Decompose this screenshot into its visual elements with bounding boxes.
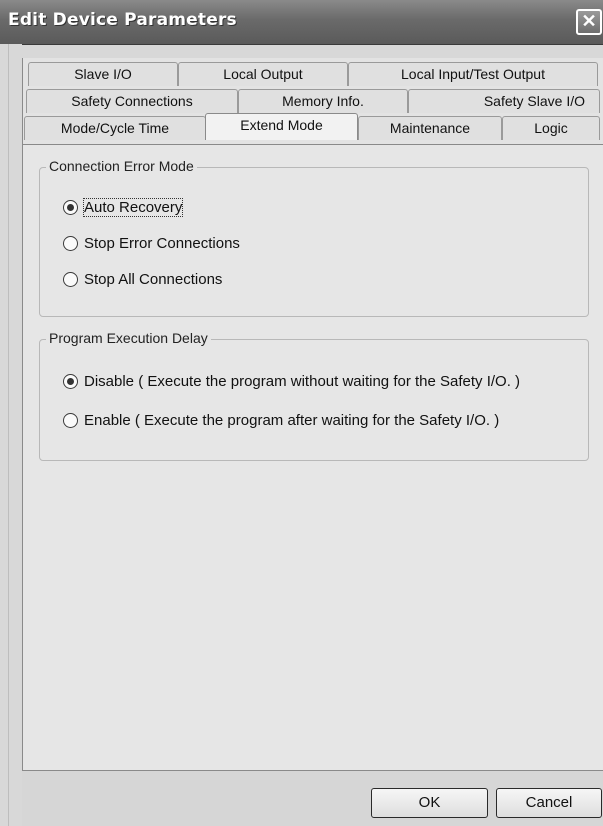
window-left-edge [8, 44, 9, 826]
radio-button-icon[interactable] [63, 412, 78, 428]
tab-logic[interactable]: Logic [502, 116, 600, 140]
program-execution-delay-group: Program Execution Delay Disable ( Execut… [39, 330, 589, 461]
title-bar[interactable]: Edit Device Parameters ✕ [0, 0, 603, 45]
radio-label: Enable ( Execute the program after waiti… [84, 411, 500, 429]
radio-button-icon[interactable] [63, 235, 78, 251]
extend-mode-panel: Connection Error Mode Auto Recovery Stop… [22, 144, 603, 770]
radio-button-icon[interactable] [63, 271, 78, 287]
radio-button-icon[interactable] [63, 199, 78, 215]
connection-error-mode-group: Connection Error Mode Auto Recovery Stop… [39, 158, 589, 317]
radio-enable[interactable]: Enable ( Execute the program after waiti… [63, 410, 499, 430]
cancel-button[interactable]: Cancel [496, 788, 602, 818]
close-icon: ✕ [581, 11, 597, 31]
radio-label: Disable ( Execute the program without wa… [84, 372, 521, 390]
ok-button[interactable]: OK [371, 788, 488, 818]
connection-error-mode-legend: Connection Error Mode [46, 158, 197, 174]
window-left-margin [0, 44, 22, 826]
radio-disable[interactable]: Disable ( Execute the program without wa… [63, 371, 520, 391]
dialog-footer: OK Cancel [22, 770, 603, 826]
radio-stop-error-connections[interactable]: Stop Error Connections [63, 233, 240, 253]
tab-memory-info[interactable]: Memory Info. [238, 89, 408, 113]
program-execution-delay-legend: Program Execution Delay [46, 330, 211, 346]
tab-local-output[interactable]: Local Output [178, 62, 348, 86]
edit-device-parameters-dialog: Edit Device Parameters ✕ Slave I/O Local… [0, 0, 603, 826]
tab-local-input-test-output[interactable]: Local Input/Test Output [348, 62, 598, 86]
close-button[interactable]: ✕ [576, 9, 602, 35]
radio-auto-recovery[interactable]: Auto Recovery [63, 197, 184, 217]
tab-safety-connections[interactable]: Safety Connections [26, 89, 238, 113]
radio-button-icon[interactable] [63, 373, 78, 389]
tab-safety-slave-io[interactable]: Safety Slave I/O [408, 89, 600, 113]
radio-label: Stop Error Connections [84, 234, 240, 252]
tab-maintenance[interactable]: Maintenance [358, 116, 502, 140]
radio-label: Auto Recovery [82, 197, 184, 217]
window-title: Edit Device Parameters [8, 10, 237, 30]
tab-slave-io[interactable]: Slave I/O [28, 62, 178, 86]
tab-mode-cycle-time[interactable]: Mode/Cycle Time [24, 116, 206, 140]
radio-stop-all-connections[interactable]: Stop All Connections [63, 269, 222, 289]
tab-extend-mode[interactable]: Extend Mode [205, 113, 358, 140]
radio-label: Stop All Connections [84, 270, 223, 288]
